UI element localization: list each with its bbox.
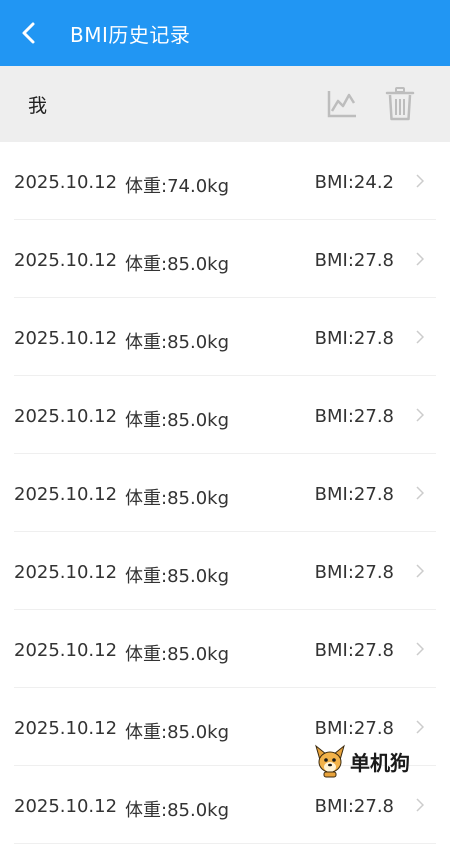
trash-icon (385, 87, 415, 121)
chevron-right-icon (416, 330, 424, 344)
chevron-right-icon (416, 642, 424, 656)
line-chart-icon (327, 91, 356, 118)
record-date: 2025.10.12 (14, 250, 118, 271)
chevron-right-icon (416, 252, 424, 266)
record-date: 2025.10.12 (14, 172, 118, 193)
record-date: 2025.10.12 (14, 718, 118, 739)
record-row[interactable]: 2025.10.12 体重:74.0kg BMI:24.2 (14, 142, 436, 220)
record-bmi: BMI:27.8 (314, 718, 394, 739)
record-bmi: BMI:27.8 (314, 328, 394, 349)
chevron-right-icon (416, 564, 424, 578)
record-date: 2025.10.12 (14, 562, 118, 583)
record-weight: 体重:85.0kg (125, 410, 229, 431)
record-date: 2025.10.12 (14, 796, 118, 817)
record-bmi: BMI:27.8 (314, 406, 394, 427)
back-button[interactable] (0, 0, 60, 66)
app-bar: BMI历史记录 (0, 0, 450, 66)
record-weight: 体重:85.0kg (125, 566, 229, 587)
record-bmi: BMI:27.8 (314, 562, 394, 583)
record-date: 2025.10.12 (14, 640, 118, 661)
chevron-right-icon (416, 720, 424, 734)
record-weight: 体重:85.0kg (125, 722, 229, 743)
record-weight: 体重:85.0kg (125, 488, 229, 509)
bmi-record-list: 2025.10.12 体重:74.0kg BMI:24.2 2025.10.12… (0, 142, 450, 844)
record-date: 2025.10.12 (14, 406, 118, 427)
record-row[interactable]: 2025.10.12 体重:85.0kg BMI:27.8 (14, 298, 436, 376)
record-row[interactable]: 2025.10.12 体重:85.0kg BMI:27.8 (14, 376, 436, 454)
dog-mascot-icon (315, 744, 345, 778)
record-date: 2025.10.12 (14, 484, 118, 505)
record-row[interactable]: 2025.10.12 体重:85.0kg BMI:27.8 (14, 532, 436, 610)
record-bmi: BMI:24.2 (314, 172, 394, 193)
chevron-right-icon (416, 798, 424, 812)
user-toolbar: 我 (0, 66, 450, 142)
record-weight: 体重:85.0kg (125, 332, 229, 353)
page-title: BMI历史记录 (70, 22, 191, 47)
chevron-right-icon (416, 174, 424, 188)
record-date: 2025.10.12 (14, 328, 118, 349)
back-arrow-icon (22, 22, 35, 44)
record-bmi: BMI:27.8 (314, 484, 394, 505)
watermark-text: 单机狗 (350, 750, 410, 775)
record-weight: 体重:74.0kg (125, 176, 229, 197)
record-bmi: BMI:27.8 (314, 640, 394, 661)
chart-button[interactable] (322, 84, 362, 124)
chevron-right-icon (416, 408, 424, 422)
record-row[interactable]: 2025.10.12 体重:85.0kg BMI:27.8 (14, 220, 436, 298)
record-row[interactable]: 2025.10.12 体重:85.0kg BMI:27.8 (14, 454, 436, 532)
delete-button[interactable] (380, 84, 420, 124)
record-weight: 体重:85.0kg (125, 254, 229, 275)
watermark: 单机狗 (314, 744, 410, 778)
record-bmi: BMI:27.8 (314, 796, 394, 817)
user-label: 我 (28, 94, 48, 117)
record-weight: 体重:85.0kg (125, 644, 229, 665)
record-bmi: BMI:27.8 (314, 250, 394, 271)
record-row[interactable]: 2025.10.12 体重:85.0kg BMI:27.8 (14, 610, 436, 688)
chevron-right-icon (416, 486, 424, 500)
